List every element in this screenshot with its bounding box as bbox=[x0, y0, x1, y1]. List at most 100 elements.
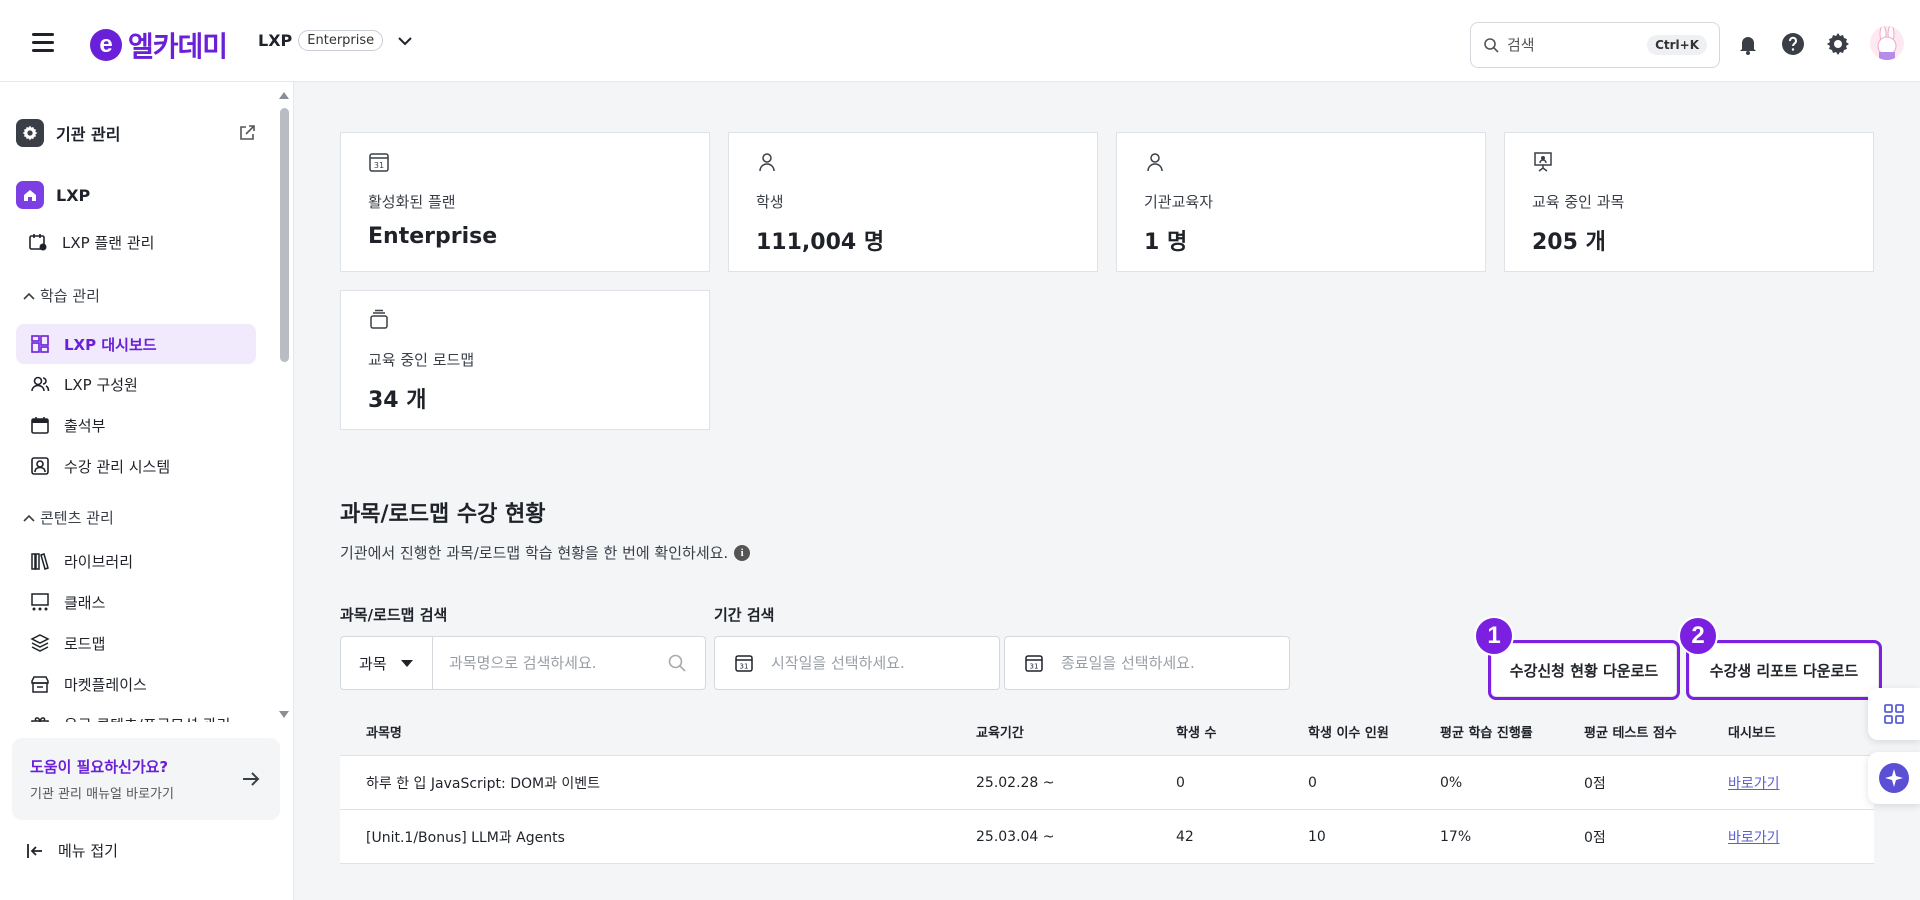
sidebar-scrollbar[interactable] bbox=[278, 86, 290, 722]
plan-switcher[interactable]: LXP Enterprise bbox=[258, 30, 415, 51]
scroll-thumb[interactable] bbox=[280, 108, 289, 362]
calendar-icon: 31 bbox=[369, 153, 389, 172]
external-link-icon[interactable] bbox=[238, 124, 256, 142]
sidebar-item-lxp-dashboard[interactable]: LXP 대시보드 bbox=[16, 324, 256, 364]
sidebar-item-enrollment-system[interactable]: 수강 관리 시스템 bbox=[16, 446, 256, 486]
sidebar-item-library[interactable]: 라이브러리 bbox=[16, 541, 256, 581]
chevron-down-icon[interactable] bbox=[395, 31, 415, 51]
sidebar-item-lxp-members[interactable]: LXP 구성원 bbox=[16, 364, 256, 404]
collapse-label: 메뉴 접기 bbox=[58, 842, 118, 860]
scroll-up-icon[interactable] bbox=[278, 90, 290, 100]
search-icon bbox=[1484, 38, 1499, 53]
stat-value: 205 개 bbox=[1532, 230, 1606, 255]
collapse-menu-button[interactable]: 메뉴 접기 bbox=[26, 840, 118, 861]
info-icon[interactable]: i bbox=[734, 544, 751, 561]
sidebar-item-org-admin[interactable]: 기관 관리 bbox=[16, 118, 256, 148]
sidebar-item-lxp-plan[interactable]: LXP 플랜 관리 bbox=[16, 222, 256, 262]
stack-icon bbox=[370, 309, 388, 329]
cell-students: 0 bbox=[1176, 774, 1185, 791]
sidebar-item-lxp[interactable]: LXP bbox=[16, 180, 256, 210]
search-input[interactable] bbox=[1507, 36, 1648, 54]
help-card[interactable]: 도움이 필요하신가요? 기관 관리 매뉴얼 바로가기 bbox=[12, 738, 280, 820]
gear-icon[interactable] bbox=[1826, 32, 1850, 56]
sidebar-item-label: LXP 플랜 관리 bbox=[62, 233, 155, 252]
sidebar-item-paid-content[interactable]: 유료 콘텐츠/프로모션 관리 bbox=[16, 704, 256, 722]
column-header[interactable]: 과목명 bbox=[366, 708, 402, 755]
gear-icon bbox=[16, 119, 44, 147]
sidebar-nav[interactable]: 기관 관리 LXP LXP 플랜 관리 학습 관리 LXP 대시보드 LXP 구… bbox=[0, 82, 276, 722]
arrow-right-icon[interactable] bbox=[240, 768, 262, 790]
course-search-label: 과목/로드맵 검색 bbox=[340, 606, 448, 624]
start-date-field[interactable]: 31 bbox=[714, 636, 1000, 690]
logo[interactable]: e 엘카데미 bbox=[90, 25, 228, 65]
gift-icon bbox=[31, 717, 49, 722]
sidebar-item-label: 로드맵 bbox=[64, 634, 106, 653]
column-header[interactable]: 대시보드 bbox=[1728, 708, 1776, 755]
global-search[interactable]: Ctrl+K bbox=[1470, 22, 1720, 68]
stat-value: Enterprise bbox=[368, 224, 498, 249]
top-header: e 엘카데미 LXP Enterprise Ctrl+K bbox=[0, 0, 1920, 82]
column-header[interactable]: 학생 이수 인원 bbox=[1308, 708, 1389, 755]
help-icon[interactable] bbox=[1781, 32, 1805, 56]
calendar-settings-icon bbox=[29, 234, 47, 251]
stat-value: 111,004 명 bbox=[756, 230, 885, 255]
help-subtitle: 기관 관리 매뉴얼 바로가기 bbox=[30, 787, 174, 802]
cell-period: 25.02.28 ~ bbox=[976, 774, 1055, 791]
end-date-input[interactable] bbox=[1061, 654, 1281, 672]
stat-label: 활성화된 플랜 bbox=[368, 193, 456, 211]
bell-icon[interactable] bbox=[1736, 32, 1760, 56]
course-search-input[interactable] bbox=[449, 654, 659, 672]
apps-float-button[interactable] bbox=[1868, 688, 1920, 740]
sidebar-item-attendance[interactable]: 출석부 bbox=[16, 405, 256, 445]
sidebar-group-label: 콘텐츠 관리 bbox=[40, 509, 114, 527]
type-select[interactable]: 과목 bbox=[341, 637, 433, 689]
stat-label: 기관교육자 bbox=[1144, 193, 1214, 211]
download-enrollment-button[interactable]: 수강신청 현황 다운로드 bbox=[1488, 640, 1680, 700]
sidebar-item-marketplace[interactable]: 마켓플레이스 bbox=[16, 664, 256, 704]
cell-progress: 0% bbox=[1440, 774, 1463, 791]
download-report-button[interactable]: 수강생 리포트 다운로드 bbox=[1686, 640, 1882, 700]
sidebar-item-label: LXP 대시보드 bbox=[64, 335, 157, 354]
search-shortcut: Ctrl+K bbox=[1647, 35, 1707, 55]
stat-card-students: 학생 111,004 명 bbox=[728, 132, 1098, 272]
logo-text: 엘카데미 bbox=[128, 30, 228, 63]
sidebar-item-roadmap[interactable]: 로드맵 bbox=[16, 623, 256, 663]
sidebar-group-contents[interactable]: 콘텐츠 관리 bbox=[22, 507, 114, 528]
sidebar: 기관 관리 LXP LXP 플랜 관리 학습 관리 LXP 대시보드 LXP 구… bbox=[0, 82, 294, 900]
type-select-value: 과목 bbox=[359, 654, 387, 673]
sidebar-group-learning[interactable]: 학습 관리 bbox=[22, 285, 100, 306]
stat-label: 교육 중인 과목 bbox=[1532, 193, 1625, 211]
dashboard-link[interactable]: 바로가기 bbox=[1728, 810, 1780, 863]
column-header[interactable]: 평균 학습 진행률 bbox=[1440, 708, 1533, 755]
sidebar-item-class[interactable]: 클래스 bbox=[16, 582, 256, 622]
end-date-field[interactable]: 31 bbox=[1004, 636, 1290, 690]
plan-name: LXP bbox=[258, 31, 293, 50]
svg-text:31: 31 bbox=[374, 161, 384, 170]
svg-text:31: 31 bbox=[740, 663, 749, 671]
search-icon[interactable] bbox=[667, 653, 687, 673]
menu-icon[interactable] bbox=[32, 33, 54, 52]
cell-test-score: 0점 bbox=[1584, 775, 1606, 792]
stat-card-courses: 교육 중인 과목 205 개 bbox=[1504, 132, 1874, 272]
cell-course-name: [Unit.1/Bonus] LLM과 Agents bbox=[366, 829, 565, 846]
dashboard-link[interactable]: 바로가기 bbox=[1728, 756, 1780, 809]
chevron-up-icon bbox=[23, 292, 35, 300]
avatar[interactable] bbox=[1870, 26, 1904, 60]
cell-progress: 17% bbox=[1440, 828, 1472, 845]
start-date-input[interactable] bbox=[771, 654, 991, 672]
stat-value: 1 명 bbox=[1144, 230, 1188, 255]
calendar-icon: 31 bbox=[735, 655, 753, 672]
cell-test-score: 0점 bbox=[1584, 829, 1606, 846]
sidebar-item-label: 수강 관리 시스템 bbox=[64, 457, 171, 476]
column-header[interactable]: 학생 수 bbox=[1176, 708, 1216, 755]
calendar-icon bbox=[31, 417, 49, 434]
sidebar-item-label: 클래스 bbox=[64, 593, 106, 612]
person-icon bbox=[1147, 153, 1163, 172]
column-header[interactable]: 교육기간 bbox=[976, 708, 1024, 755]
presentation-icon bbox=[1534, 152, 1552, 172]
column-header[interactable]: 평균 테스트 점수 bbox=[1584, 708, 1677, 755]
sidebar-lxp-label: LXP bbox=[56, 185, 91, 205]
ai-assistant-button[interactable] bbox=[1868, 752, 1920, 804]
scroll-down-icon[interactable] bbox=[278, 710, 290, 720]
sidebar-item-label: 유료 콘텐츠/프로모션 관리 bbox=[64, 714, 230, 723]
